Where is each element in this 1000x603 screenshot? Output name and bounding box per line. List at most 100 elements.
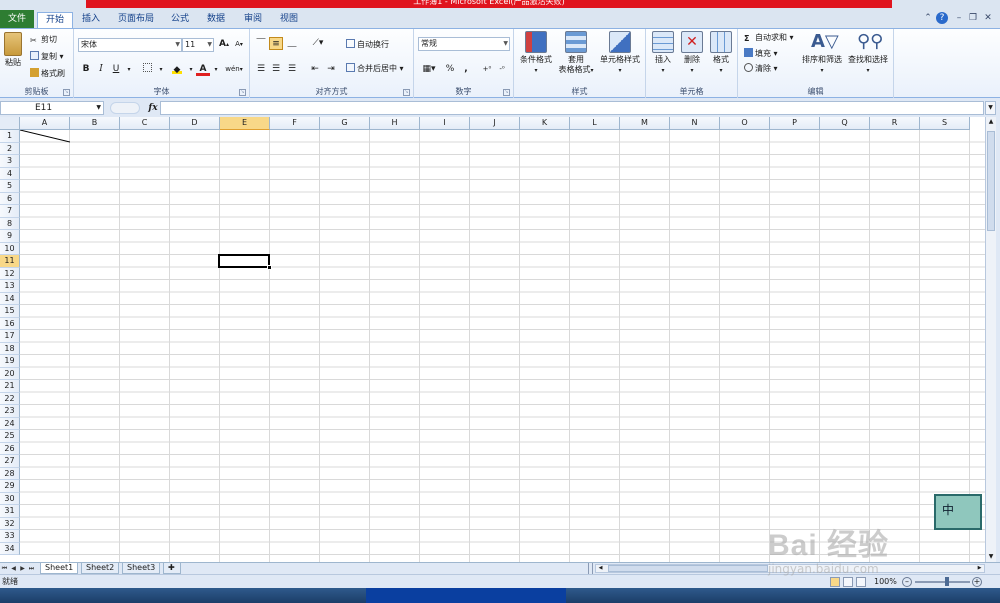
fill-handle[interactable] bbox=[267, 265, 272, 270]
row-header-3[interactable]: 3 bbox=[0, 155, 20, 168]
tab-split-handle[interactable] bbox=[588, 563, 593, 574]
column-header-n[interactable]: N bbox=[670, 117, 720, 130]
taskbar-active-app[interactable] bbox=[366, 588, 566, 603]
column-header-i[interactable]: I bbox=[420, 117, 470, 130]
select-all-corner[interactable] bbox=[0, 117, 20, 130]
scroll-left-icon[interactable]: ◀ bbox=[596, 565, 605, 572]
column-header-l[interactable]: L bbox=[570, 117, 620, 130]
sheet-tab-sheet1[interactable]: Sheet1 bbox=[40, 563, 79, 574]
align-top-icon[interactable]: ⎺ bbox=[254, 37, 268, 50]
underline-button[interactable]: U bbox=[109, 63, 123, 76]
last-sheet-icon[interactable]: ⏭ bbox=[27, 563, 36, 574]
decrease-decimal-icon[interactable]: -⁰ bbox=[495, 63, 509, 76]
horizontal-scroll-thumb[interactable] bbox=[608, 565, 768, 572]
column-header-k[interactable]: K bbox=[520, 117, 570, 130]
row-header-20[interactable]: 20 bbox=[0, 367, 20, 380]
expand-formula-bar-icon[interactable]: ▼ bbox=[985, 101, 996, 115]
zoom-in-icon[interactable]: + bbox=[972, 577, 982, 587]
row-header-27[interactable]: 27 bbox=[0, 455, 20, 468]
column-header-e[interactable]: E bbox=[220, 117, 270, 130]
insert-cells-button[interactable]: 插入 ▾ bbox=[648, 31, 678, 76]
tab-data[interactable]: 数据 bbox=[199, 12, 233, 28]
format-cells-button[interactable]: 格式 ▾ bbox=[706, 31, 736, 76]
column-header-a[interactable]: A bbox=[20, 117, 70, 130]
row-header-32[interactable]: 32 bbox=[0, 517, 20, 530]
row-header-11[interactable]: 11 bbox=[0, 255, 20, 268]
workbook-restore-icon[interactable]: ❐ bbox=[967, 12, 979, 24]
format-painter-button[interactable]: 格式刷 bbox=[30, 68, 65, 79]
row-header-5[interactable]: 5 bbox=[0, 180, 20, 193]
conditional-formatting-button[interactable]: 条件格式 ▾ bbox=[516, 31, 556, 76]
minimize-ribbon-icon[interactable]: ⌃ bbox=[922, 12, 934, 24]
vertical-scrollbar[interactable]: ▲ ▼ bbox=[985, 117, 996, 562]
increase-indent-icon[interactable]: ⇥ bbox=[324, 63, 338, 76]
column-header-h[interactable]: H bbox=[370, 117, 420, 130]
row-header-9[interactable]: 9 bbox=[0, 230, 20, 243]
column-header-r[interactable]: R bbox=[870, 117, 920, 130]
column-header-b[interactable]: B bbox=[70, 117, 120, 130]
shrink-font-button[interactable]: A▾ bbox=[232, 38, 246, 51]
prev-sheet-icon[interactable]: ◀ bbox=[9, 563, 18, 574]
font-color-dropdown-icon[interactable]: ▾ bbox=[209, 63, 223, 76]
increase-decimal-icon[interactable]: +⁰ bbox=[480, 63, 494, 76]
row-header-10[interactable]: 10 bbox=[0, 242, 20, 255]
column-header-c[interactable]: C bbox=[120, 117, 170, 130]
insert-function-button[interactable]: fx bbox=[146, 101, 160, 115]
find-select-button[interactable]: ⚲⚲ 查找和选择 ▾ bbox=[844, 31, 892, 76]
column-header-g[interactable]: G bbox=[320, 117, 370, 130]
help-icon[interactable]: ? bbox=[936, 12, 948, 24]
row-header-26[interactable]: 26 bbox=[0, 442, 20, 455]
row-header-7[interactable]: 7 bbox=[0, 205, 20, 218]
row-header-25[interactable]: 25 bbox=[0, 430, 20, 443]
font-color-button[interactable]: A bbox=[196, 63, 210, 76]
row-header-15[interactable]: 15 bbox=[0, 305, 20, 318]
page-break-view-icon[interactable] bbox=[856, 577, 866, 587]
align-right-icon[interactable]: ☰ bbox=[285, 63, 299, 76]
row-header-17[interactable]: 17 bbox=[0, 330, 20, 343]
row-header-21[interactable]: 21 bbox=[0, 380, 20, 393]
column-header-s[interactable]: S bbox=[920, 117, 970, 130]
delete-cells-button[interactable]: ✕ 删除 ▾ bbox=[677, 31, 707, 76]
row-header-6[interactable]: 6 bbox=[0, 192, 20, 205]
row-header-34[interactable]: 34 bbox=[0, 542, 20, 555]
row-header-16[interactable]: 16 bbox=[0, 317, 20, 330]
font-launcher-icon[interactable]: ↘ bbox=[239, 89, 246, 96]
first-sheet-icon[interactable]: ⏮ bbox=[0, 563, 9, 574]
borders-dropdown-icon[interactable]: ▾ bbox=[154, 63, 168, 76]
horizontal-scrollbar[interactable]: ◀ ▶ bbox=[595, 564, 985, 573]
row-header-19[interactable]: 19 bbox=[0, 355, 20, 368]
ime-toolbar[interactable]: 中 bbox=[934, 494, 982, 530]
vertical-scroll-thumb[interactable] bbox=[987, 131, 995, 231]
fill-color-button[interactable]: ◆ bbox=[170, 63, 184, 76]
borders-button[interactable] bbox=[140, 63, 154, 76]
row-header-8[interactable]: 8 bbox=[0, 217, 20, 230]
autosum-button[interactable]: Σ 自动求和 ▾ bbox=[744, 32, 794, 43]
percent-style-button[interactable]: % bbox=[443, 63, 457, 76]
column-header-o[interactable]: O bbox=[720, 117, 770, 130]
row-header-24[interactable]: 24 bbox=[0, 417, 20, 430]
cell-grid[interactable] bbox=[20, 130, 996, 562]
tab-view[interactable]: 视图 bbox=[272, 12, 306, 28]
clipboard-launcher-icon[interactable]: ↘ bbox=[63, 89, 70, 96]
sheet-tab-sheet2[interactable]: Sheet2 bbox=[81, 563, 120, 574]
column-header-f[interactable]: F bbox=[270, 117, 320, 130]
row-header-22[interactable]: 22 bbox=[0, 392, 20, 405]
format-as-table-button[interactable]: 套用 表格格式▾ bbox=[556, 31, 596, 76]
number-format-combo[interactable]: 常规 ▼ bbox=[418, 37, 510, 51]
sheet-tab-sheet3[interactable]: Sheet3 bbox=[122, 563, 161, 574]
insert-sheet-icon[interactable]: ✚ bbox=[163, 563, 181, 574]
align-center-icon[interactable]: ☰ bbox=[269, 63, 283, 76]
normal-view-icon[interactable] bbox=[830, 577, 840, 587]
next-sheet-icon[interactable]: ▶ bbox=[18, 563, 27, 574]
tab-home[interactable]: 开始 bbox=[37, 12, 74, 29]
zoom-out-icon[interactable]: – bbox=[902, 577, 912, 587]
align-left-icon[interactable]: ☰ bbox=[254, 63, 268, 76]
row-header-12[interactable]: 12 bbox=[0, 267, 20, 280]
font-size-combo[interactable]: 11 ▼ bbox=[182, 38, 214, 52]
row-header-31[interactable]: 31 bbox=[0, 505, 20, 518]
accounting-format-icon[interactable]: ▦▾ bbox=[419, 63, 439, 76]
column-header-m[interactable]: M bbox=[620, 117, 670, 130]
row-header-30[interactable]: 30 bbox=[0, 492, 20, 505]
formula-input[interactable] bbox=[160, 101, 984, 115]
row-header-29[interactable]: 29 bbox=[0, 480, 20, 493]
